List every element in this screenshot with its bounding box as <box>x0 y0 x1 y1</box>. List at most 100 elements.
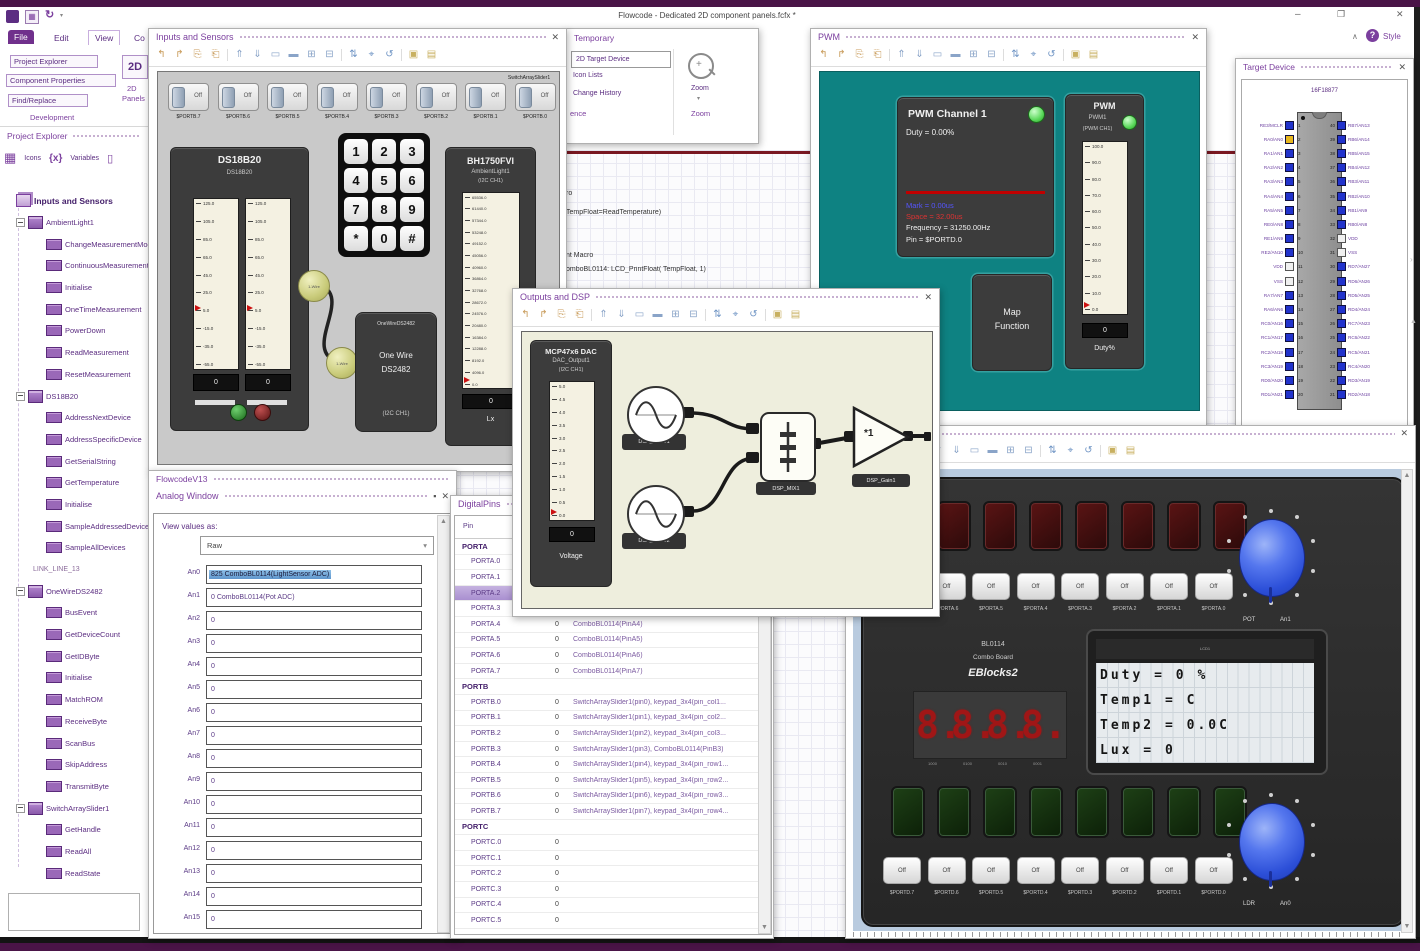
tree-item[interactable]: ResetMeasurement <box>2 364 148 386</box>
digital-pin-row[interactable]: PORTA.6 0 ComboBL0114(PinA6) <box>455 648 771 664</box>
chip-pin-row[interactable]: 22 RD3/AN19 <box>1326 373 1406 387</box>
digital-pin-row[interactable]: PORTA.5 0 ComboBL0114(PinA5) <box>455 633 771 649</box>
digital-pin-row[interactable]: PORTC <box>455 820 771 836</box>
tree-item[interactable]: ChangeMeasurementMode <box>2 233 148 255</box>
tree-item[interactable]: TransmitByte <box>2 776 148 798</box>
target-close-icon[interactable]: ✕ <box>1398 62 1406 72</box>
tool-icon[interactable]: ⊟ <box>1022 445 1035 457</box>
chip-pin-row[interactable]: RA5/AN5 7 <box>1243 203 1307 217</box>
off-button[interactable]: Off <box>1105 857 1144 884</box>
tool-icon[interactable]: ▣ <box>407 49 420 61</box>
tool-icon[interactable]: ↺ <box>747 309 760 321</box>
map-function-component[interactable]: Map Function <box>972 274 1052 371</box>
chip-pin-row[interactable]: 29 RD6/AN26 <box>1326 274 1406 288</box>
tool-icon[interactable] <box>341 49 342 61</box>
digital-pin-row[interactable]: PORTB.5 0 SwitchArraySlider1(pin5), keyp… <box>455 773 771 789</box>
tool-icon[interactable] <box>705 309 706 321</box>
tool-icon[interactable]: ⎘ <box>853 49 866 61</box>
tool-icon[interactable]: ↱ <box>835 49 848 61</box>
tab-file[interactable]: File <box>8 30 34 44</box>
tool-icon[interactable]: ▤ <box>789 309 802 321</box>
chip-pin-row[interactable]: RA1/AN1 3 <box>1243 146 1307 160</box>
inputs-titlebar[interactable]: Inputs and Sensors ✕ <box>149 29 566 44</box>
outputs-close-icon[interactable]: ✕ <box>924 292 932 302</box>
dsp-mixer-component[interactable] <box>760 412 816 482</box>
tool-icon[interactable]: ▣ <box>1069 49 1082 61</box>
tree-item[interactable]: AddressSpecificDevice <box>2 429 148 451</box>
digital-pin-row[interactable]: PORTC.3 0 <box>455 882 771 898</box>
chip-pin-row[interactable]: VSS 12 <box>1243 274 1307 288</box>
digital-pin-row[interactable]: PORTB.4 0 SwitchArraySlider1(pin4), keyp… <box>455 757 771 773</box>
find-replace-button[interactable]: Find/Replace <box>8 94 88 107</box>
digital-pin-row[interactable]: PORTB.6 0 SwitchArraySlider1(pin6), keyp… <box>455 789 771 805</box>
restore-button[interactable]: ❐ <box>1337 9 1345 20</box>
board-close-icon[interactable]: ✕ <box>1400 429 1408 438</box>
port-switch[interactable]: Off $PORTA.3 <box>1061 573 1099 612</box>
tool-icon[interactable]: ⇑ <box>597 309 610 321</box>
analog-value-box[interactable]: 0 <box>206 887 422 906</box>
tree-item[interactable]: MatchROM <box>2 689 148 711</box>
chip-pin-row[interactable]: 33 RB0/AN8 <box>1326 217 1406 231</box>
tree-expand-icon[interactable] <box>16 218 25 228</box>
digital-pin-row[interactable]: PORTC.2 0 <box>455 866 771 883</box>
off-button[interactable]: Off <box>1194 573 1233 600</box>
chip-pin-row[interactable]: VDD 11 <box>1243 260 1307 274</box>
analog-value-box[interactable]: 0 <box>206 795 422 814</box>
chip-pin-row[interactable]: 31 VSS <box>1326 246 1406 260</box>
port-switch[interactable]: Off $PORTD.4 <box>1016 857 1055 896</box>
tool-icon[interactable]: ⊞ <box>967 49 980 61</box>
off-button[interactable]: Off <box>972 857 1010 884</box>
digital-pin-row[interactable]: PORTB.1 0 SwitchArraySlider1(pin1), keyp… <box>455 711 771 727</box>
tool-icon[interactable]: ⊟ <box>687 309 700 321</box>
digital-pin-row[interactable]: PORTC.4 0 <box>455 898 771 914</box>
onewire-node-1[interactable]: 1-Wire <box>298 270 330 302</box>
tool-icon[interactable]: ⊞ <box>669 309 682 321</box>
tree-item[interactable]: SampleAllDevices <box>2 537 148 559</box>
chip-pin-row[interactable]: RD1/AN21 20 <box>1243 388 1307 402</box>
tool-icon[interactable]: ⇅ <box>1046 445 1059 457</box>
chip-pin-row[interactable]: RC2/AN18 17 <box>1243 345 1307 359</box>
component-properties-button[interactable]: Component Properties <box>6 74 116 87</box>
tool-icon[interactable]: ▭ <box>269 49 282 61</box>
tree-item[interactable]: SampleAddressedDevice <box>2 515 148 537</box>
tool-icon[interactable]: ▬ <box>287 49 300 61</box>
tree-item[interactable]: Initialise <box>2 277 148 299</box>
dsp-wave1-component[interactable] <box>627 386 685 444</box>
change-history-ribbon-item[interactable]: Change History <box>573 90 621 97</box>
analog-value-box[interactable]: 0 <box>206 634 422 653</box>
icon-lists-ribbon-item[interactable]: Icon Lists <box>573 72 603 79</box>
port-switch[interactable]: Off $PORTA.5 <box>972 573 1010 612</box>
analog-value-box[interactable]: 0 <box>206 910 422 929</box>
icons-grid-icon[interactable]: ▦ <box>4 150 16 166</box>
tab-view[interactable]: View <box>88 30 121 45</box>
dsp-wave2-component[interactable] <box>627 485 685 543</box>
dsp-gain-component[interactable]: *1 <box>850 402 912 472</box>
tool-icon[interactable]: ⌖ <box>1027 49 1040 61</box>
view-mode-dropdown[interactable]: Raw ▾ <box>200 536 434 555</box>
port-switch[interactable]: Off $PORTA.0 <box>1194 573 1233 612</box>
tool-icon[interactable]: ↰ <box>155 49 168 61</box>
digital-pin-row[interactable]: PORTB.0 0 SwitchArraySlider1(pin0), keyp… <box>455 695 771 711</box>
analog-value-box[interactable]: 0 <box>206 841 422 860</box>
tree-item[interactable]: ReadState <box>2 862 148 884</box>
off-button[interactable]: Off <box>1150 857 1188 884</box>
zoom-magnifier-icon[interactable]: + <box>688 53 716 79</box>
chip-pin-row[interactable]: RC0/AN16 15 <box>1243 317 1307 331</box>
tree-item[interactable]: ContinuousMeasurement <box>2 255 148 277</box>
target-device-ribbon-item[interactable]: 2D Target Device <box>571 51 671 68</box>
chip-pin-row[interactable]: 23 RC4/AN20 <box>1326 359 1406 373</box>
tool-icon[interactable] <box>1003 49 1004 61</box>
tree-item[interactable]: GetTemperature <box>2 472 148 494</box>
pot-knob[interactable] <box>1239 519 1305 597</box>
tool-icon[interactable] <box>765 309 766 321</box>
tree-item[interactable]: AddressNextDevice <box>2 407 148 429</box>
scroll-up-icon[interactable]: ▲ <box>1410 318 1417 325</box>
tool-icon[interactable]: ↰ <box>519 309 532 321</box>
chip-pin-row[interactable]: RE1/AN9 9 <box>1243 232 1307 246</box>
tool-icon[interactable]: ↺ <box>1082 445 1095 457</box>
tree-item[interactable]: LINK_LINE_13 <box>2 559 148 581</box>
tool-icon[interactable]: ▤ <box>1087 49 1100 61</box>
chip-pin-row[interactable]: 32 VDD <box>1326 232 1406 246</box>
chip-pin-row[interactable]: 26 RC7/AN23 <box>1326 317 1406 331</box>
analog-value-box[interactable]: 0 ComboBL0114(Pot ADC) <box>206 588 422 607</box>
